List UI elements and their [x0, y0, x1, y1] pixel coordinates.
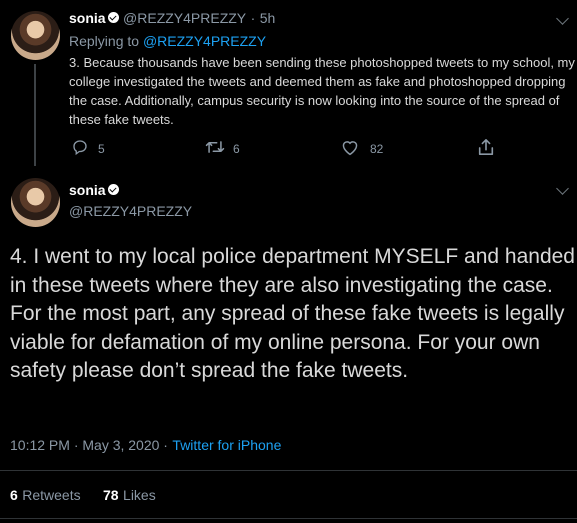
reply-count: 5 [98, 142, 105, 156]
replying-to: Replying to @REZZY4PREZZY [69, 33, 266, 49]
heart-icon[interactable] [340, 138, 360, 156]
retweet-count: 6 [233, 142, 240, 156]
divider [0, 518, 577, 519]
reply-icon[interactable] [71, 138, 89, 156]
author-name[interactable]: sonia [69, 182, 106, 198]
tweet-header: sonia @REZZY4PREZZY · 5h [69, 10, 275, 28]
verified-badge-icon [107, 12, 119, 24]
time-separator: · [250, 10, 256, 26]
avatar[interactable] [11, 11, 60, 60]
retweets-stat[interactable]: 6 Retweets [10, 487, 81, 505]
share-icon[interactable] [477, 137, 495, 157]
divider [0, 470, 577, 471]
retweet-icon[interactable] [204, 138, 226, 156]
avatar[interactable] [11, 178, 60, 227]
tweet-source[interactable]: Twitter for iPhone [172, 437, 281, 453]
author-name-row: sonia [69, 182, 119, 200]
tweet-text: 4. I went to my local police department … [10, 245, 575, 382]
likes-count: 78 [103, 487, 119, 503]
replying-to-label: Replying to [69, 33, 140, 49]
chevron-down-icon[interactable] [556, 12, 569, 25]
thread-line [34, 64, 36, 166]
tweet-timestamp-row: 10:12 PM · May 3, 2020 · Twitter for iPh… [10, 437, 281, 455]
author-handle[interactable]: @REZZY4PREZZY [69, 203, 192, 219]
tweet-text: 3. Because thousands have been sending t… [69, 55, 575, 127]
chevron-down-icon[interactable] [556, 182, 569, 195]
likes-stat[interactable]: 78 Likes [103, 487, 156, 505]
retweets-label: Retweets [22, 487, 81, 503]
author-handle[interactable]: @REZZY4PREZZY [123, 10, 246, 26]
replying-to-handle[interactable]: @REZZY4PREZZY [143, 33, 266, 49]
retweets-count: 6 [10, 487, 18, 503]
tweet-timestamp[interactable]: 10:12 PM · May 3, 2020 · [10, 437, 168, 453]
author-name[interactable]: sonia [69, 10, 106, 26]
verified-badge-icon [107, 184, 119, 196]
like-count: 82 [370, 142, 384, 156]
tweet-time[interactable]: 5h [260, 10, 276, 26]
likes-label: Likes [123, 487, 156, 503]
